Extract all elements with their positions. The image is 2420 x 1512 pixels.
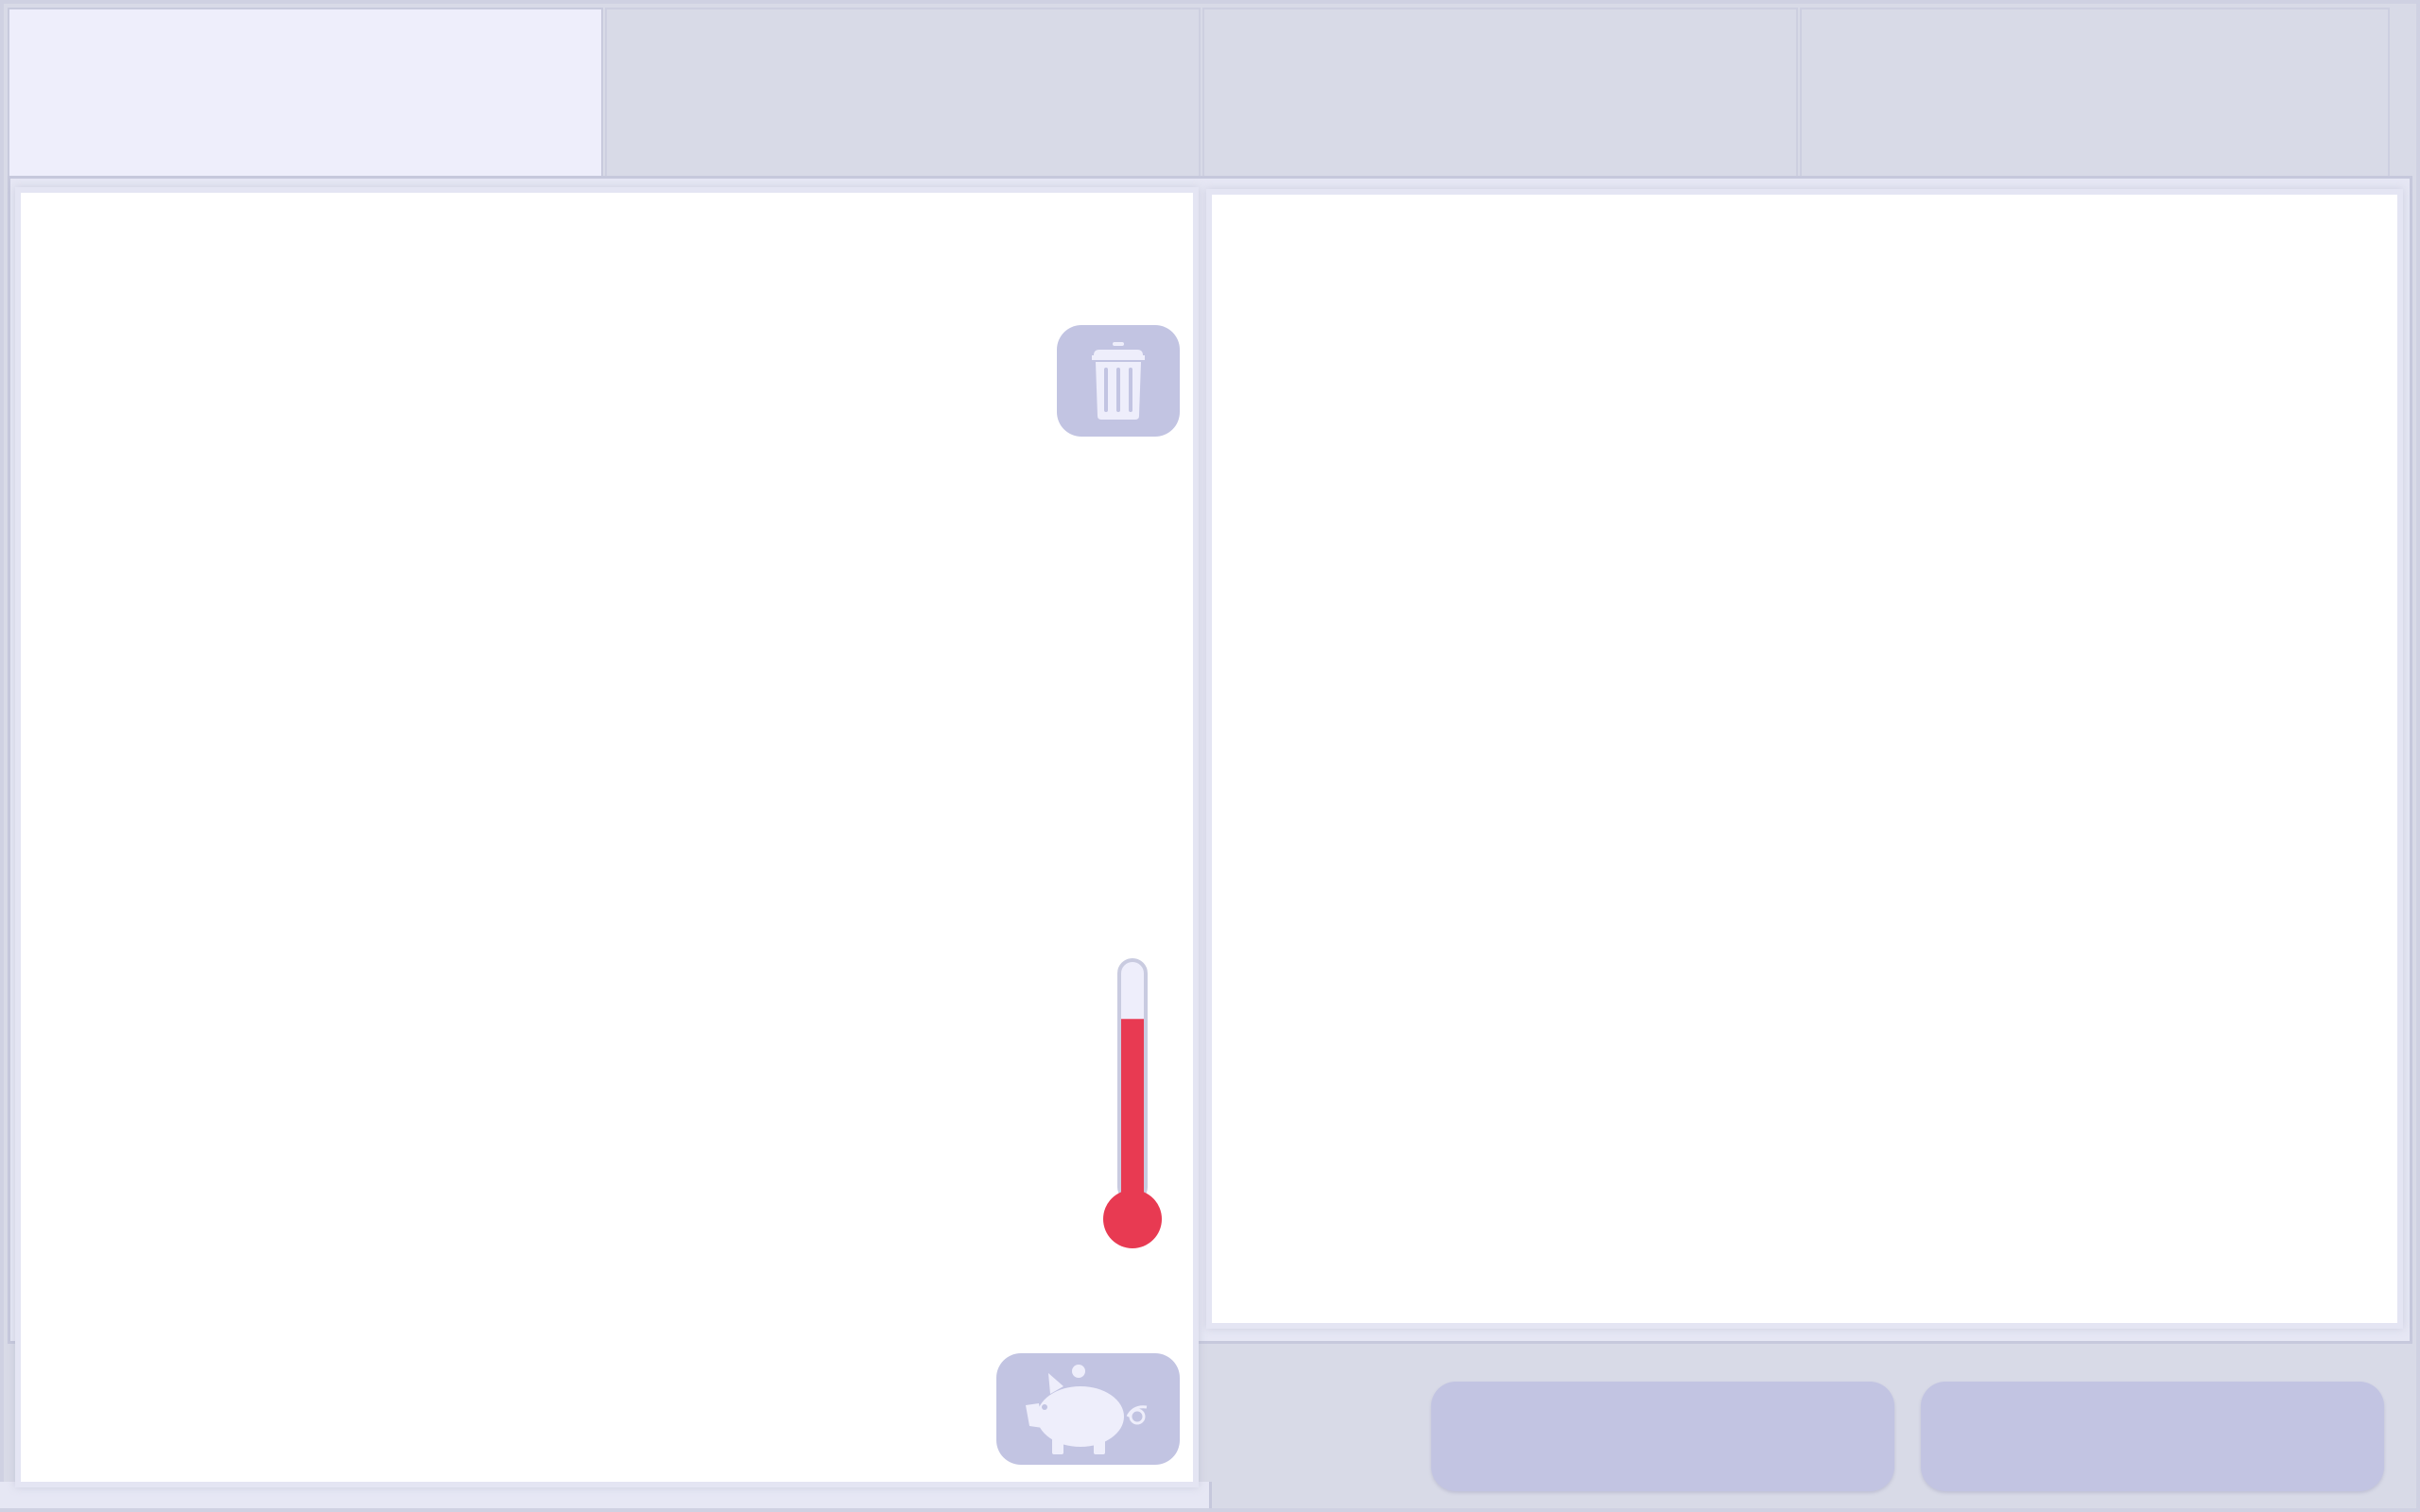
tab-2[interactable] [605, 8, 1201, 180]
thermometer-level [1121, 1019, 1144, 1210]
bottom-button-1[interactable] [1431, 1382, 1894, 1491]
thermometer-icon [1103, 958, 1162, 1248]
piggy-bank-icon [1026, 1365, 1148, 1454]
trash-icon [1092, 342, 1145, 420]
right-panel [1212, 195, 2397, 1323]
tab-3[interactable] [1202, 8, 1798, 180]
thermometer-bulb [1103, 1190, 1162, 1248]
tab-1[interactable] [8, 8, 603, 183]
tab-4[interactable] [1800, 8, 2390, 180]
trash-button[interactable] [1057, 325, 1180, 437]
left-panel-footer [0, 1482, 1212, 1508]
bottom-button-2[interactable] [1921, 1382, 2384, 1491]
left-panel [21, 193, 1193, 1482]
piggy-bank-button[interactable] [996, 1353, 1180, 1465]
